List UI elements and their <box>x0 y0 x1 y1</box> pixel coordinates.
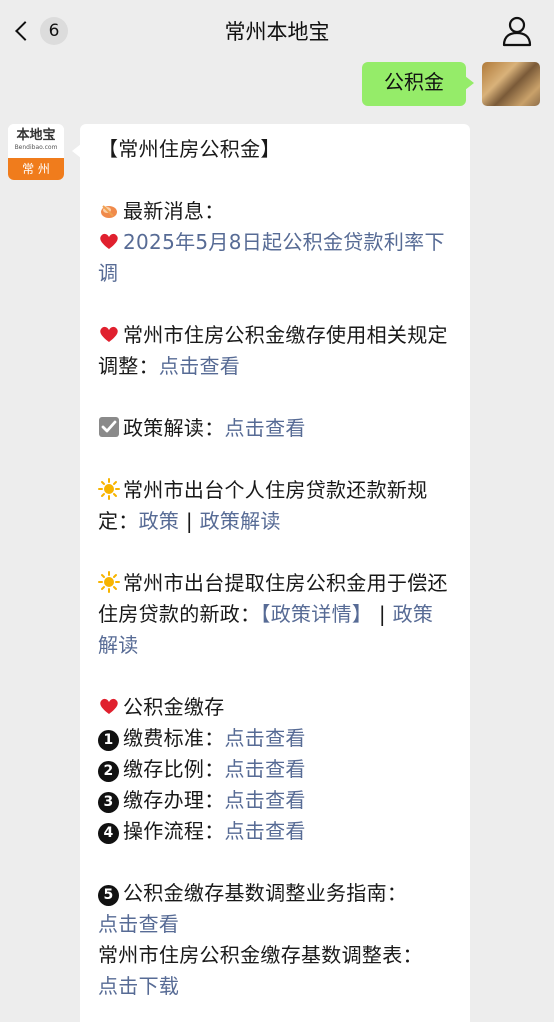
list-item-label: 缴费标准： <box>123 726 225 750</box>
news-link[interactable]: 2025年5月8日起公积金贷款利率下调 <box>98 230 445 285</box>
sun-icon <box>98 478 120 500</box>
item1-text: 常州市住房公积金缴存使用相关规定调整： <box>98 323 448 378</box>
nav-bar: 6 常州本地宝 <box>0 0 554 62</box>
item5-link[interactable]: 点击查看 <box>98 912 179 936</box>
sent-message-row: 公积金 <box>362 62 540 108</box>
item5-text: 公积金缴存基数调整业务指南： <box>123 881 408 905</box>
sent-message-bubble[interactable]: 公积金 <box>362 62 474 106</box>
list-item-link[interactable]: 点击查看 <box>225 726 306 750</box>
item6-text: 常州市住房公积金缴存基数调整表： <box>98 943 423 967</box>
avatar-logo-text: 本地宝 <box>16 128 56 143</box>
reply-header: 【常州住房公积金】 <box>98 137 281 161</box>
list-item: 4 操作流程：点击查看 <box>98 816 452 847</box>
heart-icon <box>100 233 118 249</box>
latest-news-block: 最新消息： 2025年5月8日起公积金贷款利率下调 <box>98 196 452 289</box>
person-icon <box>502 16 532 47</box>
number-4-icon: 4 <box>98 823 119 844</box>
item6-link[interactable]: 点击下载 <box>98 974 179 998</box>
checkbox-checked-icon <box>99 417 119 437</box>
avatar-city-label: 常 州 <box>8 158 64 180</box>
latest-label: 最新消息： <box>123 199 225 223</box>
item2-block: 政策解读：点击查看 <box>98 413 452 444</box>
list-item: 1 缴费标准：点击查看 <box>98 723 452 754</box>
list-item-link[interactable]: 点击查看 <box>225 757 306 781</box>
list-item-label: 操作流程： <box>123 819 225 843</box>
item3-link-policy[interactable]: 政策 <box>139 509 180 533</box>
section-title: 公积金缴存 <box>123 695 225 719</box>
user-avatar[interactable] <box>482 62 540 106</box>
item4-separator: | <box>372 602 393 626</box>
number-1-icon: 1 <box>98 730 119 751</box>
item2-link[interactable]: 点击查看 <box>225 416 306 440</box>
item1-block: 常州市住房公积金缴存使用相关规定调整：点击查看 <box>98 320 452 382</box>
item5-block: 5 公积金缴存基数调整业务指南： 点击查看 常州市住房公积金缴存基数调整表： 点击… <box>98 878 452 1002</box>
list-item: 2 缴存比例：点击查看 <box>98 754 452 785</box>
heart-icon <box>100 698 118 714</box>
reply-message-bubble: 【常州住房公积金】 最新消息： 2025年5月8日起公积金贷款利率下调 常州市住… <box>72 124 470 1022</box>
list-item-label: 缴存比例： <box>123 757 225 781</box>
pin-icon <box>101 205 117 218</box>
sun-icon <box>98 571 120 593</box>
list-item-link[interactable]: 点击查看 <box>225 788 306 812</box>
heart-icon <box>100 326 118 342</box>
item3-link-interpretation[interactable]: 政策解读 <box>200 509 281 533</box>
profile-button[interactable] <box>500 14 534 48</box>
item4-block: 常州市出台提取住房公积金用于偿还住房贷款的新政：【政策详情】 | 政策解读 <box>98 568 452 661</box>
avatar-logo-domain: Bendibao.com <box>14 144 58 151</box>
number-2-icon: 2 <box>98 761 119 782</box>
item1-link[interactable]: 点击查看 <box>159 354 240 378</box>
item3-separator: | <box>179 509 200 533</box>
list-item: 3 缴存办理：点击查看 <box>98 785 452 816</box>
bot-avatar[interactable]: 本地宝 Bendibao.com 常 州 <box>8 124 64 180</box>
list-item-link[interactable]: 点击查看 <box>225 819 306 843</box>
chat-title: 常州本地宝 <box>224 20 330 44</box>
number-5-icon: 5 <box>98 885 119 906</box>
item3-block: 常州市出台个人住房贷款还款新规定：政策 | 政策解读 <box>98 475 452 537</box>
list-item-label: 缴存办理： <box>123 788 225 812</box>
section-deposit: 公积金缴存 <box>98 692 452 723</box>
item2-text: 政策解读： <box>123 416 225 440</box>
number-3-icon: 3 <box>98 792 119 813</box>
item4-link-details[interactable]: 【政策详情】 <box>260 602 372 626</box>
